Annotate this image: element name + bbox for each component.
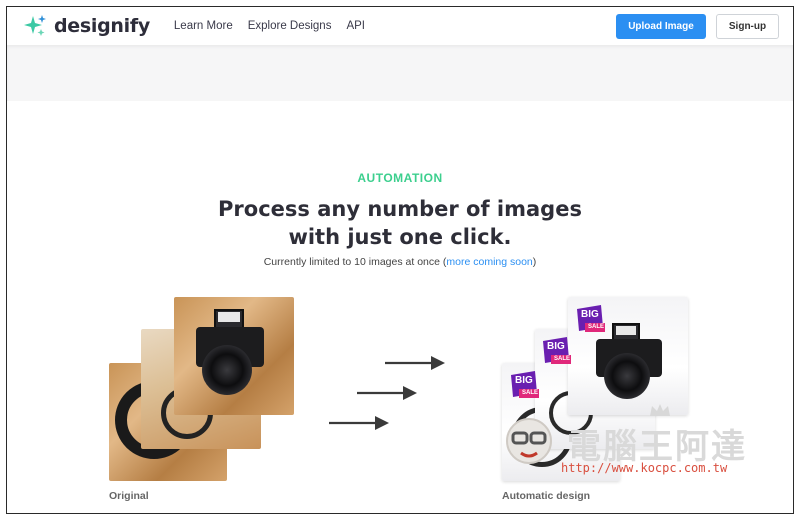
section-headline: Process any number of images with just o… [7, 195, 793, 251]
subline-close: ) [532, 256, 537, 268]
nav-explore-designs[interactable]: Explore Designs [248, 20, 332, 32]
original-image-front [174, 297, 294, 415]
watermark-url: http://www.kocpc.com.tw [561, 461, 728, 475]
badge-big-text: BIG [515, 375, 533, 386]
section-subline: Currently limited to 10 images at once (… [7, 256, 793, 268]
badge-sale-text: SALE [588, 324, 605, 330]
browser-frame: designify Learn More Explore Designs API… [6, 6, 794, 514]
arrow-right-icon [385, 356, 445, 370]
camera-lens-image [604, 353, 650, 399]
crown-icon [650, 404, 670, 416]
badge-sale-text: SALE [522, 390, 539, 396]
header-actions: Upload Image Sign-up [616, 13, 779, 39]
header-band [7, 45, 793, 101]
process-arrows [329, 356, 445, 430]
headline-line-1: Process any number of images [218, 197, 582, 221]
camera-lens-image [202, 345, 252, 395]
badge-big-text: BIG [581, 309, 599, 320]
camera-flash-light [218, 312, 240, 322]
badge-big-text: BIG [547, 341, 565, 352]
signup-button[interactable]: Sign-up [716, 13, 779, 39]
main-nav: Learn More Explore Designs API [174, 20, 365, 32]
headline-line-2: with just one click. [288, 225, 512, 249]
watermark: 電腦王阿達 http://www.kocpc.com.tw [499, 403, 789, 483]
arrow-right-icon [329, 416, 389, 430]
automatic-design-caption: Automatic design [502, 490, 591, 502]
more-coming-soon-link[interactable]: more coming soon [446, 256, 532, 268]
sale-badge: BIG SALE [577, 305, 607, 335]
sale-badge: BIG SALE [543, 337, 573, 367]
nav-learn-more[interactable]: Learn More [174, 20, 233, 32]
upload-image-button[interactable]: Upload Image [616, 13, 706, 39]
logo[interactable]: designify [23, 14, 150, 38]
sale-badge: BIG SALE [511, 371, 541, 401]
arrow-right-icon [357, 386, 417, 400]
mascot-icon [506, 418, 552, 464]
top-navbar: designify Learn More Explore Designs API… [7, 7, 793, 45]
logo-text: designify [54, 15, 150, 37]
section-eyebrow: AUTOMATION [357, 171, 443, 185]
sparkle-icon [23, 14, 47, 38]
camera-flash-light [616, 326, 636, 335]
badge-sale-text: SALE [554, 356, 571, 362]
original-caption: Original [109, 490, 149, 502]
subline-text: Currently limited to 10 images at once ( [263, 256, 447, 268]
nav-api[interactable]: API [346, 20, 365, 32]
